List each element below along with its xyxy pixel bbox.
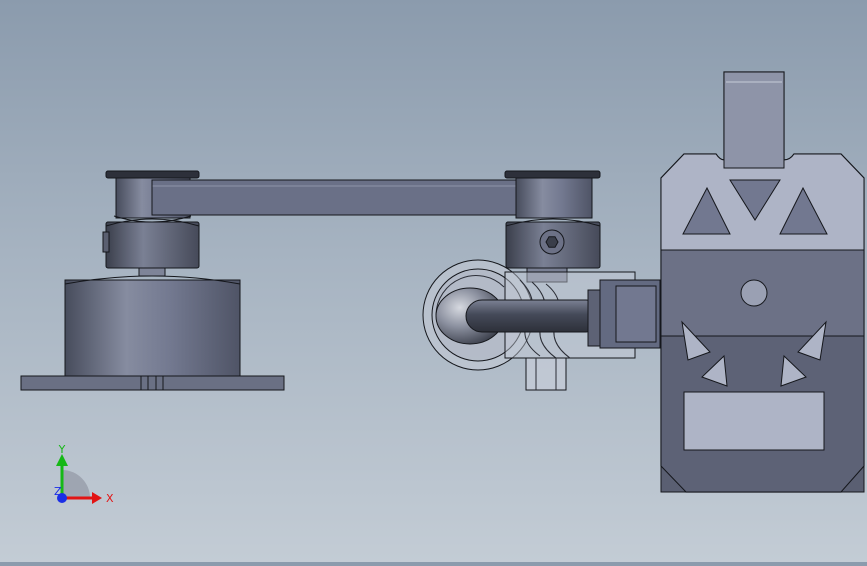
elbow-hub[interactable] [504, 170, 601, 283]
slot-cutout [683, 391, 825, 451]
elbow-boss [515, 177, 593, 219]
elbow-cap [504, 170, 601, 179]
orientation-triad[interactable]: Y X Z [40, 440, 120, 510]
plate-tab [723, 71, 785, 169]
y-axis-label: Y [58, 443, 66, 456]
rod-end-stem [525, 357, 567, 391]
collar-set-screw [102, 231, 110, 253]
rod-body [465, 299, 603, 333]
cad-viewport[interactable]: Y X Z [0, 0, 867, 562]
link-bar [151, 179, 553, 216]
end-plate[interactable] [660, 71, 865, 493]
z-axis-label: Z [54, 485, 62, 498]
base-housing [64, 279, 241, 377]
base-flange [20, 375, 285, 391]
hex-socket-icon [545, 236, 559, 248]
shoulder-collar [105, 221, 200, 269]
center-hole [740, 279, 768, 307]
base-mount[interactable] [20, 265, 285, 391]
model-canvas[interactable] [0, 0, 867, 562]
rod-clamp-face [615, 285, 657, 343]
shoulder-cap [105, 170, 200, 179]
triad-plane [62, 470, 90, 498]
link-arm[interactable] [151, 179, 553, 216]
x-axis-label: X [106, 492, 114, 505]
x-axis-arrow-icon [92, 492, 102, 504]
